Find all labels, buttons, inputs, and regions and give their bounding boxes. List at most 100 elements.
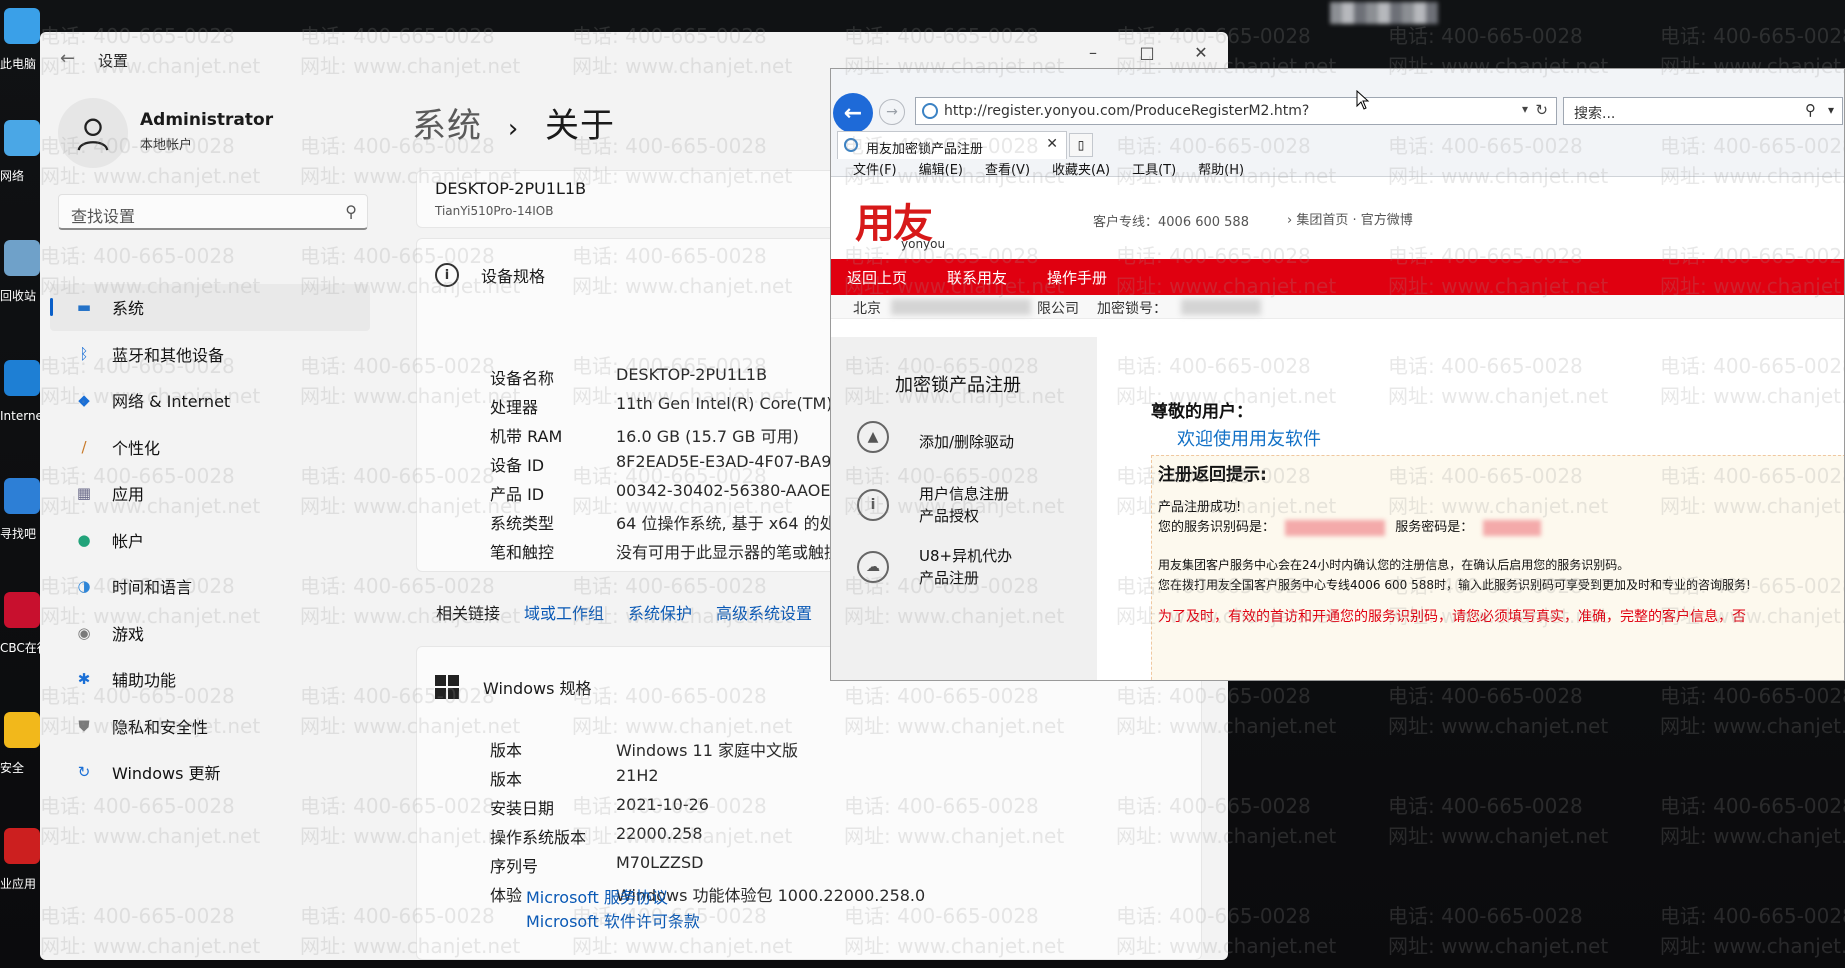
desktop-icon[interactable]: 网络	[0, 120, 42, 210]
user-profile[interactable]: Administrator 本地帐户	[58, 98, 358, 172]
nav-manual-link[interactable]: 操作手册	[1047, 267, 1107, 288]
related-links: 相关链接 域或工作组 系统保护 高级系统设置	[436, 600, 836, 624]
spec-value: 16.0 GB (15.7 GB 可用)	[616, 427, 799, 446]
search-input[interactable]: 查找设置 ⚲	[58, 194, 368, 230]
desktop-icon-label: 此电脑	[0, 57, 37, 71]
sidebar-item[interactable]: ◆ 网络 & Internet	[50, 377, 370, 424]
forward-button[interactable]: →	[879, 99, 905, 125]
sidebar-item[interactable]: ↻ Windows 更新	[50, 749, 370, 796]
close-icon[interactable]: ✕	[1174, 32, 1228, 72]
menu-item[interactable]: 收藏夹(A)	[1052, 159, 1110, 178]
new-tab-button[interactable]: ▯	[1069, 133, 1093, 157]
spec-row: 笔和触控 没有可用于此显示器的笔或触控	[490, 539, 840, 568]
sidebar-item[interactable]: ᛒ 蓝牙和其他设备	[50, 331, 370, 378]
desktop-icon-image	[4, 360, 40, 396]
desktop-icon-label: Internet Explorer	[0, 409, 42, 423]
maximize-icon[interactable]: □	[1120, 32, 1174, 72]
spec-key: 操作系统版本	[490, 828, 587, 847]
device-spec-header[interactable]: i 设备规格	[435, 263, 545, 287]
desktop-icon-image	[4, 8, 40, 44]
desktop-icon[interactable]: 安全	[0, 712, 42, 802]
device-model: TianYi510Pro-14IOB	[435, 204, 554, 218]
close-tab-icon[interactable]: ✕	[1046, 136, 1058, 152]
address-bar[interactable]: http://register.yonyou.com/ProduceRegist…	[915, 97, 1557, 125]
desktop-icon-label: 回收站	[0, 289, 37, 303]
desktop-icon[interactable]: 寻找吧	[0, 478, 42, 568]
related-links-label: 相关链接	[436, 604, 501, 623]
ie-page-icon	[922, 103, 938, 119]
desktop-icon[interactable]: 此电脑	[0, 8, 42, 98]
desktop-icon[interactable]: CBC在行	[0, 592, 42, 682]
logo-subtext: yonyou	[901, 237, 946, 251]
notice-line-confirm: 用友集团客户服务中心会在24小时内确认您的注册信息，在确认后启用您的服务识别码。	[1158, 558, 1630, 572]
desktop-icon-label: 寻找吧	[0, 527, 37, 541]
accessibility-icon: ✱	[77, 670, 91, 689]
nav-contact-link[interactable]: 联系用友	[947, 267, 1007, 288]
link-domain-workgroup[interactable]: 域或工作组	[524, 600, 604, 624]
sidebar-item[interactable]: / 个性化	[50, 424, 370, 471]
spec-key: 产品 ID	[490, 485, 545, 504]
spec-key: 安装日期	[490, 799, 555, 818]
link-system-protection[interactable]: 系统保护	[628, 600, 692, 624]
browser-search-input[interactable]: 搜索... ⚲ ▾	[1563, 97, 1843, 125]
spec-key: 设备名称	[490, 369, 555, 388]
refresh-icon[interactable]: ↻	[1535, 101, 1548, 119]
bluetooth-icon: ᛒ	[79, 344, 89, 363]
search-icon[interactable]: ⚲	[1805, 101, 1816, 119]
window-title: 设置	[98, 52, 129, 70]
sidebar-item[interactable]: ▬ 系统	[50, 284, 370, 331]
welcome-text: 欢迎使用用友软件	[1177, 429, 1321, 450]
nav-back-link[interactable]: 返回上页	[847, 267, 907, 288]
browser-tab[interactable]: 用友加密锁产品注册 ✕	[837, 131, 1067, 159]
apps-icon: ▦	[76, 484, 92, 503]
menu-item[interactable]: 文件(F)	[853, 159, 897, 178]
browser-search-placeholder: 搜索...	[1574, 106, 1616, 122]
sidebar-item[interactable]: ⛊ 隐私和安全性	[50, 703, 370, 750]
windows-spec-header[interactable]: Windows 规格	[435, 675, 592, 699]
desktop-icon[interactable]: Internet Explorer	[0, 360, 42, 450]
menu-item[interactable]: 帮助(H)	[1198, 159, 1244, 178]
sidebar-item[interactable]: ✱ 辅助功能	[50, 656, 370, 703]
back-button[interactable]: ←	[833, 93, 873, 133]
browser-toolbar: ← → http://register.yonyou.com/ProduceRe…	[831, 69, 1844, 178]
desktop-icon-image	[4, 120, 40, 156]
spec-row: 操作系统版本 22000.258	[490, 824, 703, 853]
ms-license-terms-link[interactable]: Microsoft 软件许可条款	[526, 908, 700, 932]
spec-key: 笔和触控	[490, 543, 555, 562]
link-advanced-settings[interactable]: 高级系统设置	[716, 600, 812, 624]
menu-item[interactable]: 查看(V)	[985, 159, 1030, 178]
spec-value: 8F2EAD5E-E3AD-4F07-BA95-2	[616, 452, 858, 471]
spec-value: 2021-10-26	[616, 795, 709, 814]
breadcrumb: 系统 › 关于	[412, 98, 615, 147]
chevron-down-icon[interactable]: ▾	[1522, 102, 1528, 116]
sidebar-link-label: U8+异机代办 产品注册	[919, 547, 1013, 587]
sidebar-item[interactable]: ◑ 时间和语言	[50, 563, 370, 610]
yonyou-logo[interactable]: 用友 yonyou	[855, 191, 945, 251]
company-city: 北京	[853, 301, 881, 317]
device-spec-title: 设备规格	[481, 267, 546, 286]
minimize-icon[interactable]: –	[1066, 32, 1120, 72]
redacted-company	[891, 299, 1031, 315]
notice-codes: 您的服务识别码是： 服务密码是：	[1158, 516, 1542, 536]
top-links[interactable]: › 集团首页 · 官方微博	[1287, 209, 1413, 228]
sidebar-item[interactable]: ● 帐户	[50, 517, 370, 564]
spec-row: 版本 Windows 11 家庭中文版	[490, 737, 798, 766]
ms-service-agreement-link[interactable]: Microsoft 服务协议	[526, 884, 668, 908]
menu-item[interactable]: 工具(T)	[1132, 159, 1176, 178]
spec-row: 序列号 M70LZZSD	[490, 853, 703, 882]
register-content: 尊敬的用户： 欢迎使用用友软件 注册返回提示: 产品注册成功! 您的服务识别码是…	[1097, 337, 1844, 680]
sidebar-item[interactable]: ◉ 游戏	[50, 610, 370, 657]
spec-row: 产品 ID 00342-30402-56380-AAOEM	[490, 481, 844, 510]
chevron-down-icon[interactable]: ▾	[1828, 103, 1834, 117]
breadcrumb-parent[interactable]: 系统	[412, 106, 482, 146]
spec-key: 机带 RAM	[490, 427, 563, 446]
desktop-icon[interactable]: 回收站	[0, 240, 42, 330]
spec-value: 64 位操作系统, 基于 x64 的处理	[616, 514, 852, 533]
redacted-lock-id	[1181, 299, 1261, 315]
ie-tab-icon	[844, 138, 858, 152]
back-arrow-icon[interactable]: ←	[60, 48, 75, 69]
desktop-icon[interactable]: 业应用	[0, 828, 42, 918]
menu-item[interactable]: 编辑(E)	[919, 159, 963, 178]
sidebar-item[interactable]: ▦ 应用	[50, 470, 370, 517]
search-icon[interactable]: ⚲	[345, 202, 357, 221]
